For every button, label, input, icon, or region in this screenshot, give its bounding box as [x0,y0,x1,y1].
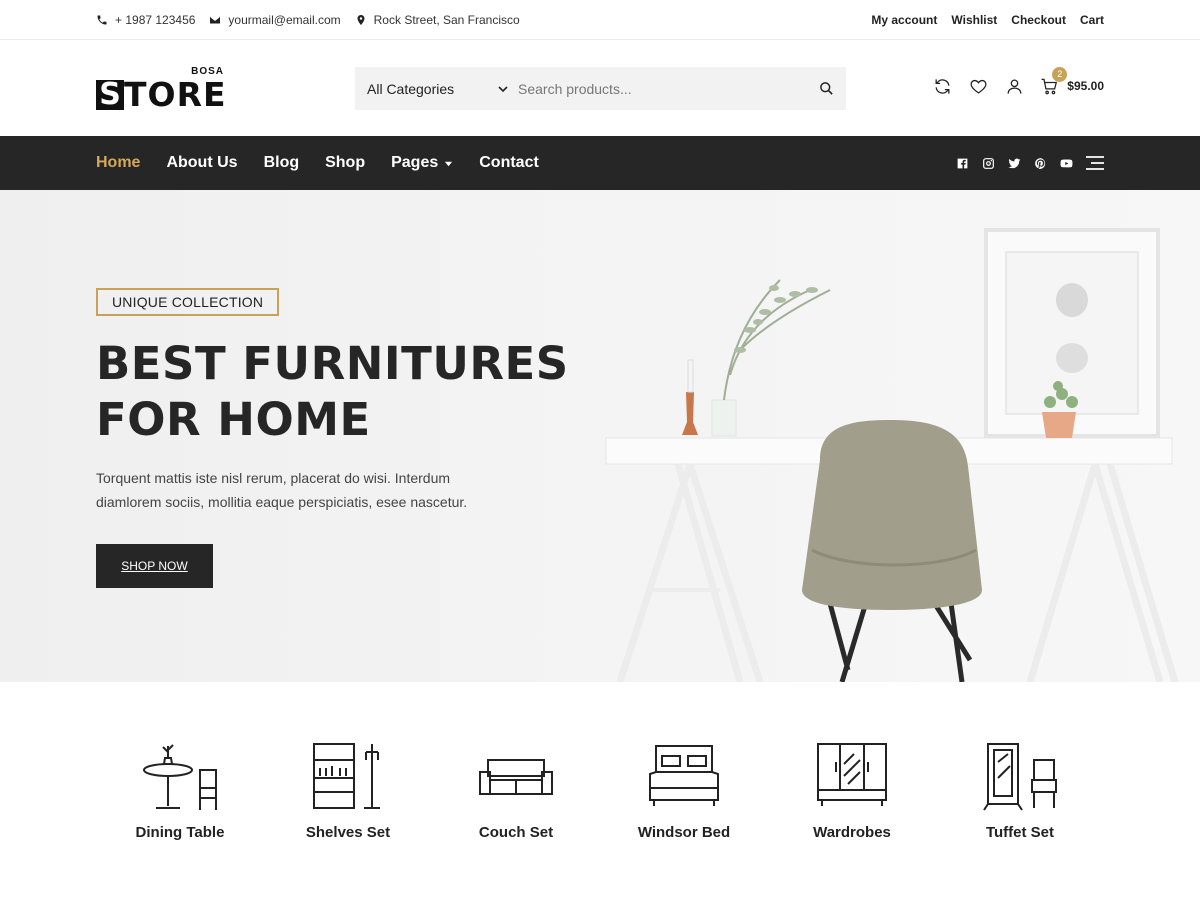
hamburger-menu-icon[interactable] [1086,156,1104,170]
search-button[interactable] [806,67,846,110]
category-select[interactable]: All Categories [355,81,518,97]
category-list: Dining Table Shelves Set Couch Set Winds… [96,740,1104,841]
hero-description: Torquent mattis iste nisl rerum, placera… [96,470,468,510]
nav-item-shop[interactable]: Shop [325,154,365,172]
category-item-couch-set[interactable]: Couch Set [432,740,600,841]
contact-info: + 1987 123456 yourmail@email.com Rock St… [96,13,520,27]
couch-icon [479,759,553,795]
account-links: My account Wishlist Checkout Cart [871,13,1104,27]
hero-title-line-2: FOR HOME [96,393,371,446]
nav-item-home[interactable]: Home [96,154,140,172]
nav-item-pages[interactable]: Pages [391,154,453,172]
category-select-value: All Categories [367,80,455,97]
category-item-shelves-set[interactable]: Shelves Set [264,740,432,841]
search-icon [819,82,833,95]
pinterest-icon[interactable] [1034,157,1047,170]
hero-tag: UNIQUE COLLECTION [96,288,280,316]
logo-wordmark: S TORE [96,75,227,114]
shop-now-button[interactable]: SHOP NOW [96,544,213,588]
header: BOSA S TORE All Categories 2 $95.00 [0,40,1200,136]
account-button[interactable] [1004,76,1024,96]
checkout-link[interactable]: Checkout [1011,13,1066,27]
instagram-icon[interactable] [982,157,995,170]
nav-item-about-us[interactable]: About Us [166,154,237,172]
tuffet-icon [983,743,1057,811]
category-item-windsor-bed[interactable]: Windsor Bed [600,740,768,841]
category-label: Wardrobes [813,824,891,841]
chevron-down-icon [498,85,508,92]
cart-total: $95.00 [1067,79,1104,93]
hero-content: UNIQUE COLLECTION BEST FURNITURES FOR HO… [96,288,569,588]
user-icon [1007,79,1022,94]
wardrobe-icon [817,743,887,806]
youtube-icon[interactable] [1060,157,1073,170]
my-account-link[interactable]: My account [871,13,937,27]
cart-count-badge: 2 [1052,66,1068,82]
main-navigation: Home About Us Blog Shop Pages Contact [0,136,1200,190]
wishlist-link[interactable]: Wishlist [951,13,997,27]
category-label: Couch Set [478,824,554,841]
category-label: Tuffet Set [985,824,1055,841]
hero-furniture-image [605,228,1179,682]
phone-info: + 1987 123456 [96,13,195,27]
nav-menu: Home About Us Blog Shop Pages Contact [96,154,539,172]
email-address[interactable]: yourmail@email.com [228,13,340,27]
cart-link[interactable]: Cart [1080,13,1104,27]
shelves-icon [313,743,380,809]
phone-number: + 1987 123456 [115,12,196,27]
header-icons: 2 $95.00 [932,66,1104,96]
hero-title-line-1: BEST FURNITURES [96,337,569,390]
hero-title: BEST FURNITURES FOR HOME [96,336,569,448]
category-label: Windsor Bed [637,824,731,841]
social-links [956,156,1104,170]
bed-icon [649,745,719,806]
location-pin-icon [357,14,365,25]
facebook-icon[interactable] [956,157,969,170]
dining-table-icon [143,744,217,810]
top-bar: + 1987 123456 yourmail@email.com Rock St… [0,0,1200,40]
site-logo[interactable]: BOSA S TORE [96,66,227,114]
caret-down-icon [445,161,453,166]
category-item-wardrobes[interactable]: Wardrobes [768,740,936,841]
address-text: Rock Street, San Francisco [373,12,520,27]
twitter-icon[interactable] [1008,157,1021,170]
email-info: yourmail@email.com [209,13,341,27]
nav-item-blog[interactable]: Blog [264,154,300,172]
category-label: Shelves Set [305,824,391,841]
nav-item-pages-label: Pages [391,154,439,171]
logo-tore-text: TORE [124,75,227,114]
category-item-tuffet-set[interactable]: Tuffet Set [936,740,1104,841]
heart-icon [970,79,987,94]
phone-icon [97,15,107,24]
search-bar: All Categories [355,67,846,110]
envelope-icon [210,16,221,23]
category-label: Dining Table [135,824,225,841]
logo-s-block: S [96,80,124,110]
header-cart[interactable]: 2 $95.00 [1040,66,1104,96]
address-info: Rock Street, San Francisco [355,13,520,27]
refresh-icon [935,78,950,94]
hero-banner: UNIQUE COLLECTION BEST FURNITURES FOR HO… [0,190,1200,682]
search-input[interactable] [518,80,806,97]
compare-button[interactable] [932,76,952,96]
nav-item-contact[interactable]: Contact [479,154,539,172]
wishlist-button[interactable] [968,76,988,96]
category-item-dining-table[interactable]: Dining Table [96,740,264,841]
